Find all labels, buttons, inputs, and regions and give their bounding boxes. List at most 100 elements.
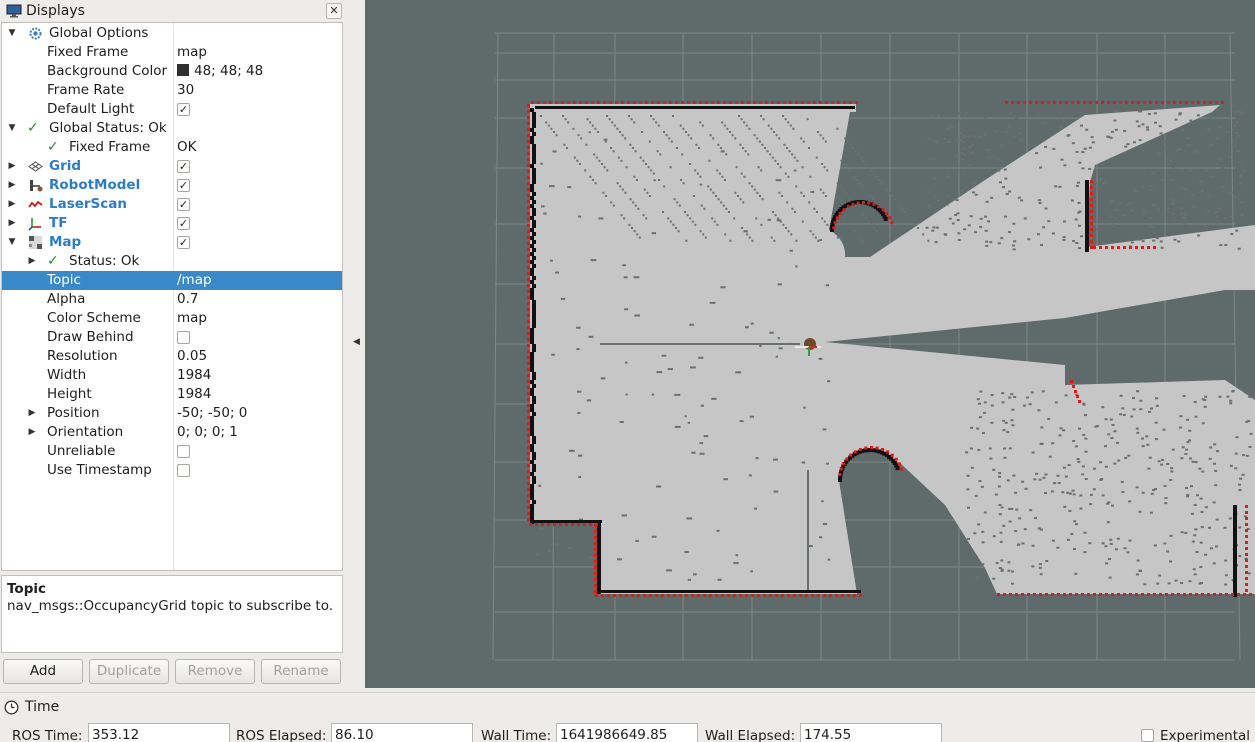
duplicate-button[interactable]: Duplicate [89,659,169,684]
tree-row-fixed-frame[interactable]: ✓ Fixed Frame OK [2,138,342,157]
laser-point [527,278,530,281]
unknown-cell [1067,464,1071,467]
tree-row-height[interactable]: Height 1984 [2,385,342,404]
laser-point [831,101,834,104]
unknown-cell [684,550,689,553]
tree-row-value[interactable]: -50; -50; 0 [177,404,247,423]
remove-button[interactable]: Remove [175,659,255,684]
obstacle-cell [629,590,633,593]
unknown-cell [901,207,904,210]
tree-row-value[interactable]: 1984 [177,385,211,404]
expand-right-icon[interactable]: ▶ [7,195,17,214]
tree-row-value[interactable]: 0.05 [177,347,207,366]
wall-time-field[interactable]: 1641986649.85 [556,723,698,742]
unknown-cell [1229,215,1233,218]
obstacle-cell [769,590,773,593]
tree-row-value[interactable]: 1984 [177,366,211,385]
expand-right-icon[interactable]: ▶ [27,423,37,442]
tree-row-alpha[interactable]: Alpha 0.7 [2,290,342,309]
unknown-cell [1114,548,1118,551]
experimental-checkbox[interactable] [1141,729,1154,742]
unknown-cell [1064,475,1068,478]
unknown-cell [962,147,966,150]
laser-point [527,308,530,311]
tree-row-fixed-frame[interactable]: Fixed Frame map [2,43,342,62]
checkbox[interactable] [177,445,190,458]
expand-right-icon[interactable]: ▶ [7,214,17,233]
tree-row-value[interactable]: map [177,43,207,62]
expand-right-icon[interactable]: ▶ [7,157,17,176]
checkbox[interactable]: ✓ [177,179,190,192]
tree-row-global-status-ok[interactable]: ▼ ✓ Global Status: Ok [2,119,342,138]
tree-row-draw-behind[interactable]: Draw Behind [2,328,342,347]
unknown-cell [1004,421,1008,424]
obstacle-cell [535,106,539,109]
checkbox[interactable]: ✓ [177,198,190,211]
expand-down-icon[interactable]: ▼ [7,24,17,43]
checkbox[interactable] [177,464,190,477]
tree-row-default-light[interactable]: Default Light ✓ [2,100,342,119]
expand-right-icon[interactable]: ▶ [27,252,37,271]
tree-row-value[interactable]: 0; 0; 0; 1 [177,423,238,442]
checkbox[interactable]: ✓ [177,236,190,249]
unknown-cell [836,236,839,239]
tree-row-resolution[interactable]: Resolution 0.05 [2,347,342,366]
expand-down-icon[interactable]: ▼ [7,233,17,252]
unknown-cell [1198,467,1202,470]
unknown-cell [761,198,764,201]
rename-button[interactable]: Rename [261,659,341,684]
tree-row-value[interactable]: 30 [177,81,194,100]
render-view[interactable] [365,0,1255,688]
tree-row-color-scheme[interactable]: Color Scheme map [2,309,342,328]
tree-row-status-ok[interactable]: ▶ ✓ Status: Ok [2,252,342,271]
unknown-cell [1141,445,1145,448]
expand-right-icon[interactable]: ▶ [7,176,17,195]
tree-row-value[interactable]: 48; 48; 48 [177,62,263,81]
add-button[interactable]: Add [3,659,83,684]
tree-row-topic[interactable]: Topic/map [2,271,342,290]
tree-row-position[interactable]: ▶ Position -50; -50; 0 [2,404,342,423]
tree-row-grid[interactable]: ▶ Grid ✓ [2,157,342,176]
obstacle-cell [590,520,594,523]
tree-row-value[interactable]: map [177,309,207,328]
laser-point [721,594,724,597]
tree-row-value[interactable]: 0.7 [177,290,198,309]
tree-row-background-color[interactable]: Background Color 48; 48; 48 [2,62,342,81]
tree-row-map[interactable]: ▼ Map ✓ [2,233,342,252]
tree-row-unreliable[interactable]: Unreliable [2,442,342,461]
tree-row-label: Alpha [47,291,86,307]
collapse-left-icon[interactable]: ◀ [353,337,360,347]
tree-row-value[interactable]: /map [177,271,212,290]
tree-row-orientation[interactable]: ▶ Orientation 0; 0; 0; 1 [2,423,342,442]
tree-row-width[interactable]: Width 1984 [2,366,342,385]
laser-point [1245,541,1248,544]
unknown-cell [1082,433,1086,436]
map-canvas[interactable] [365,0,1255,688]
unknown-cell [767,218,771,221]
tree-row-value[interactable]: OK [177,138,196,157]
close-icon[interactable]: ✕ [326,3,342,19]
color-swatch[interactable] [177,64,189,76]
tree-row-tf[interactable]: ▶ TF ✓ [2,214,342,233]
unknown-cell [621,134,624,137]
tree-row-use-timestamp[interactable]: Use Timestamp [2,461,342,480]
laser-point [1107,101,1110,104]
laser-point [1153,246,1156,249]
wall-elapsed-field[interactable]: 174.55 [800,723,942,742]
expand-down-icon[interactable]: ▼ [7,119,17,138]
expand-right-icon[interactable]: ▶ [27,404,37,423]
unknown-cell [1189,119,1193,122]
checkbox[interactable]: ✓ [177,217,190,230]
checkbox[interactable]: ✓ [177,160,190,173]
ros-elapsed-field[interactable]: 86.10 [331,723,473,742]
checkbox[interactable] [177,331,190,344]
unknown-cell [624,191,627,194]
tree-row-laserscan[interactable]: ▶ LaserScan ✓ [2,195,342,214]
tree-row-global-options[interactable]: ▼ Global Options [2,24,342,43]
obstacle-cell [530,432,534,436]
ros-time-field[interactable]: 353.12 [88,723,230,742]
tree-row-robotmodel[interactable]: ▶ RobotModel ✓ [2,176,342,195]
checkbox[interactable]: ✓ [177,103,190,116]
unknown-cell [1017,196,1021,199]
tree-row-frame-rate[interactable]: Frame Rate 30 [2,81,342,100]
